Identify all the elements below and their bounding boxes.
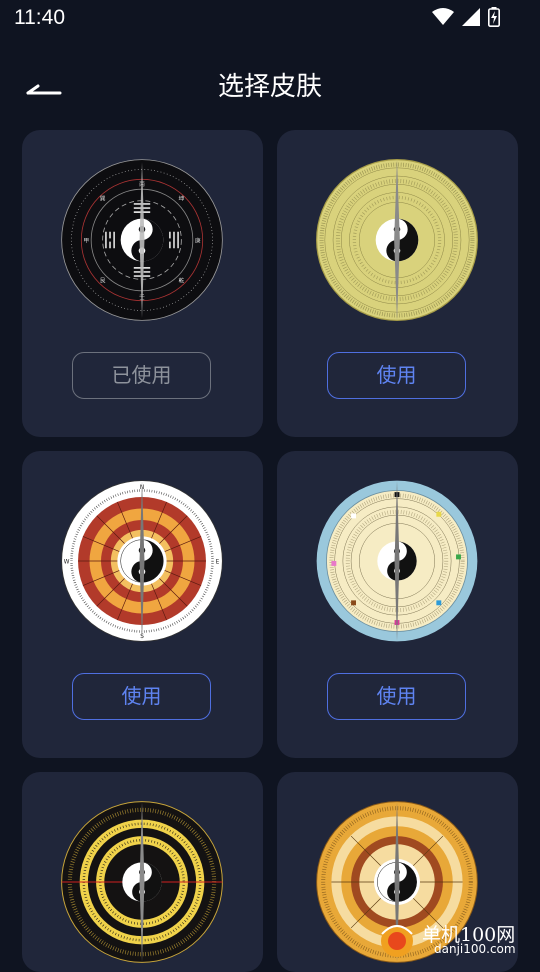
skin-use-button[interactable]: 已使用	[72, 352, 211, 399]
watermark: 单机100网 danji100.com	[378, 920, 538, 960]
light-blue-luopan-compass-image	[316, 480, 478, 642]
status-bar: 11:40	[0, 0, 540, 36]
skin-card[interactable]: 丙壬 甲庚 巽坤 艮乾 已使用	[22, 130, 263, 437]
status-time: 11:40	[14, 6, 65, 29]
skin-card[interactable]: NS WE 使用	[22, 451, 263, 758]
svg-text:坤: 坤	[178, 195, 184, 203]
skin-use-button[interactable]: 使用	[327, 352, 466, 399]
skin-card[interactable]: 使用	[277, 130, 518, 437]
red-orange-compass-image: NS WE	[61, 480, 223, 642]
wifi-icon	[432, 8, 454, 25]
svg-text:艮: 艮	[100, 278, 106, 285]
yellow-luopan-compass-image	[316, 159, 478, 321]
watermark-url: danji100.com	[434, 942, 516, 956]
app-bar: 选择皮肤	[0, 56, 540, 112]
svg-text:庚: 庚	[195, 236, 201, 244]
skin-card[interactable]: 使用	[277, 451, 518, 758]
skin-card[interactable]	[22, 772, 263, 972]
skin-use-button[interactable]: 使用	[327, 673, 466, 720]
skin-use-button[interactable]: 使用	[72, 673, 211, 720]
svg-text:W: W	[64, 559, 70, 565]
page-title: 选择皮肤	[217, 72, 322, 102]
watermark-logo-icon	[381, 925, 413, 957]
svg-text:E: E	[216, 559, 220, 565]
status-icons	[432, 7, 500, 27]
black-bagua-compass-image: 丙壬 甲庚 巽坤 艮乾	[61, 159, 223, 321]
black-gold-luopan-compass-image	[61, 801, 223, 963]
svg-text:甲: 甲	[83, 237, 89, 244]
svg-text:巽: 巽	[100, 196, 106, 203]
svg-text:乾: 乾	[178, 277, 184, 285]
cellular-signal-icon	[462, 8, 480, 26]
battery-charging-icon	[488, 7, 500, 27]
